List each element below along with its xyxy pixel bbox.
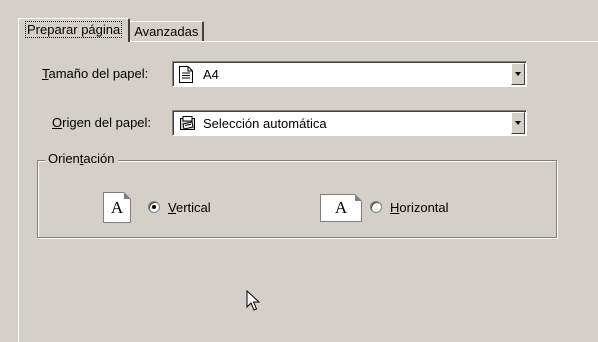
chevron-down-icon[interactable] xyxy=(511,112,525,134)
orientation-legend: Orientación xyxy=(45,151,118,166)
tab-preparar-pagina-label: Preparar página xyxy=(25,21,123,38)
mouse-pointer-icon xyxy=(246,289,261,315)
paper-source-label: Origen del papel: xyxy=(52,115,152,130)
landscape-page-icon: A xyxy=(320,194,362,222)
portrait-page-icon: A xyxy=(103,192,131,223)
tab-avanzadas[interactable]: Avanzadas xyxy=(129,21,205,42)
paper-size-value: A4 xyxy=(203,67,219,82)
paper-size-select[interactable]: A4 xyxy=(172,61,527,87)
printer-tray-icon xyxy=(179,115,197,134)
tab-bar: Preparar página Avanzadas xyxy=(18,18,205,42)
paper-source-select[interactable]: Selección automática xyxy=(172,110,527,136)
document-icon xyxy=(179,66,193,86)
horizontal-radio[interactable] xyxy=(370,201,382,213)
vertical-radio[interactable] xyxy=(148,201,160,213)
tab-preparar-pagina[interactable]: Preparar página xyxy=(18,18,131,42)
paper-size-label: Tamaño del papel: xyxy=(42,66,149,81)
horizontal-label[interactable]: Horizontal xyxy=(390,200,449,215)
tab-avanzadas-label: Avanzadas xyxy=(134,24,199,39)
paper-source-value: Selección automática xyxy=(203,116,327,131)
chevron-down-icon[interactable] xyxy=(511,63,525,85)
vertical-label[interactable]: Vertical xyxy=(168,200,211,215)
